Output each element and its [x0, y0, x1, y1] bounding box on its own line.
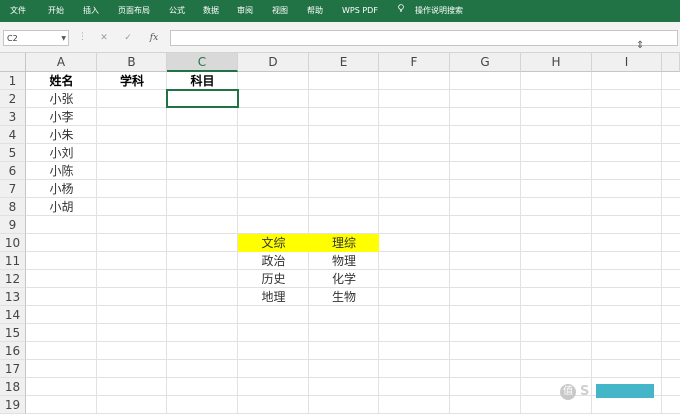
formula-bar: C2 ▼ ⋮ ✕ ✓ fx [0, 22, 680, 53]
row-header-11[interactable]: 11 [0, 252, 26, 270]
cell-a7[interactable]: 小杨 [26, 180, 97, 198]
cell-a8[interactable]: 小胡 [26, 198, 97, 216]
row-header-12[interactable]: 12 [0, 270, 26, 288]
row-header-6[interactable]: 6 [0, 162, 26, 180]
column-header-d[interactable]: D [238, 53, 309, 72]
cell-b1[interactable]: 学科 [97, 72, 167, 90]
ribbon-tab-bar: 文件 开始 插入 页面布局 公式 数据 审阅 视图 帮助 WPS PDF 操作说… [0, 0, 680, 22]
select-all-corner[interactable] [0, 53, 26, 72]
row-gridline [26, 143, 680, 144]
column-gridline [591, 72, 592, 414]
row-header-1[interactable]: 1 [0, 72, 26, 90]
lightbulb-icon [398, 4, 404, 12]
row-gridline [26, 377, 680, 378]
row-header-13[interactable]: 13 [0, 288, 26, 306]
cell-a4[interactable]: 小朱 [26, 126, 97, 144]
insert-function-button[interactable]: fx [147, 30, 161, 46]
tab-insert[interactable]: 插入 [83, 0, 99, 22]
column-gridline [166, 72, 167, 414]
cell-a2[interactable]: 小张 [26, 90, 97, 108]
tab-formulas[interactable]: 公式 [169, 0, 185, 22]
more-icon: ⋮ [78, 32, 87, 42]
row-gridline [26, 341, 680, 342]
row-header-14[interactable]: 14 [0, 306, 26, 324]
tab-page-layout[interactable]: 页面布局 [118, 0, 150, 22]
column-header-g[interactable]: G [450, 53, 521, 72]
column-header-b[interactable]: B [97, 53, 167, 72]
row-header-16[interactable]: 16 [0, 342, 26, 360]
tab-data[interactable]: 数据 [203, 0, 219, 22]
column-header-a[interactable]: A [26, 53, 97, 72]
tab-view[interactable]: 视图 [272, 0, 288, 22]
cell-d11[interactable]: 政治 [238, 252, 309, 270]
enter-button[interactable]: ✓ [121, 30, 135, 46]
tab-help[interactable]: 帮助 [307, 0, 323, 22]
row-header-9[interactable]: 9 [0, 216, 26, 234]
formula-input[interactable] [170, 30, 678, 46]
cancel-button[interactable]: ✕ [97, 30, 111, 46]
name-box-value: C2 [7, 34, 18, 43]
row-gridline [26, 107, 680, 108]
column-header-c[interactable]: C [167, 53, 238, 72]
watermark-text: S [580, 384, 590, 399]
cell-d10[interactable]: 文综 [238, 234, 309, 252]
tab-file[interactable]: 文件 [10, 0, 26, 22]
row-gridline [26, 197, 680, 198]
column-header-filler [662, 53, 680, 72]
row-header-8[interactable]: 8 [0, 198, 26, 216]
watermark-bar [596, 384, 654, 398]
resize-cursor-icon: ⇕ [636, 40, 645, 51]
column-header-h[interactable]: H [521, 53, 592, 72]
column-header-i[interactable]: I [592, 53, 662, 72]
tab-home[interactable]: 开始 [48, 0, 64, 22]
row-gridline [26, 359, 680, 360]
row-header-4[interactable]: 4 [0, 126, 26, 144]
watermark: 值 S [560, 382, 670, 402]
cell-a1[interactable]: 姓名 [26, 72, 97, 90]
cell-a5[interactable]: 小刘 [26, 144, 97, 162]
chevron-down-icon[interactable]: ▼ [61, 31, 66, 47]
tab-review[interactable]: 审阅 [237, 0, 253, 22]
row-gridline [26, 125, 680, 126]
column-gridline [520, 72, 521, 414]
cell-d13[interactable]: 地理 [238, 288, 309, 306]
column-gridline [661, 72, 662, 414]
tab-wps-pdf[interactable]: WPS PDF [342, 0, 378, 22]
cell-e10[interactable]: 理综 [309, 234, 379, 252]
row-header-18[interactable]: 18 [0, 378, 26, 396]
cell-d12[interactable]: 历史 [238, 270, 309, 288]
row-header-7[interactable]: 7 [0, 180, 26, 198]
row-header-15[interactable]: 15 [0, 324, 26, 342]
column-header-e[interactable]: E [309, 53, 379, 72]
row-header-2[interactable]: 2 [0, 90, 26, 108]
cell-e12[interactable]: 化学 [309, 270, 379, 288]
row-gridline [26, 215, 680, 216]
row-header-17[interactable]: 17 [0, 360, 26, 378]
column-gridline [449, 72, 450, 414]
row-gridline [26, 179, 680, 180]
row-header-3[interactable]: 3 [0, 108, 26, 126]
cell-e11[interactable]: 物理 [309, 252, 379, 270]
cell-c1[interactable]: 科目 [167, 72, 238, 90]
cell-e13[interactable]: 生物 [309, 288, 379, 306]
tell-me-search[interactable]: 操作说明搜索 [415, 0, 463, 22]
row-header-10[interactable]: 10 [0, 234, 26, 252]
row-gridline [26, 161, 680, 162]
column-header-f[interactable]: F [379, 53, 450, 72]
row-header-19[interactable]: 19 [0, 396, 26, 414]
cell-a3[interactable]: 小李 [26, 108, 97, 126]
active-cell-c2[interactable] [166, 89, 239, 108]
row-gridline [26, 323, 680, 324]
row-header-5[interactable]: 5 [0, 144, 26, 162]
cell-a6[interactable]: 小陈 [26, 162, 97, 180]
name-box[interactable]: C2 ▼ [3, 30, 69, 46]
watermark-logo-icon: 值 [560, 384, 576, 400]
